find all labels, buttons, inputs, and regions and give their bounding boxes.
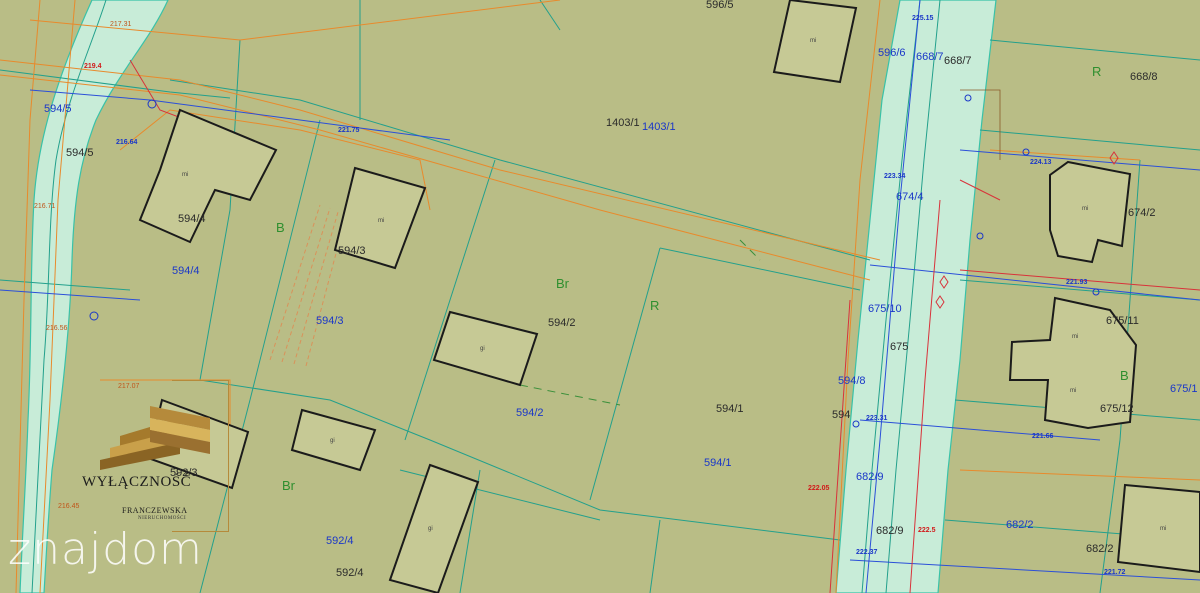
svg-text:1403/1: 1403/1 xyxy=(642,121,676,133)
svg-text:675/1: 675/1 xyxy=(1170,383,1198,395)
svg-text:gi: gi xyxy=(330,438,335,444)
svg-text:1403/1: 1403/1 xyxy=(606,117,640,129)
svg-text:mi: mi xyxy=(810,38,816,44)
svg-text:682/2: 682/2 xyxy=(1006,519,1034,531)
svg-text:594/4: 594/4 xyxy=(172,265,200,277)
building-682-2 xyxy=(1116,483,1200,574)
logo-title: WYŁĄCZNOŚĆ xyxy=(82,474,192,490)
land-use-b: B xyxy=(276,220,285,235)
land-use-r: R xyxy=(650,298,659,313)
svg-text:594/3: 594/3 xyxy=(338,245,366,257)
svg-text:674/2: 674/2 xyxy=(1128,207,1156,219)
land-use-br: Br xyxy=(556,276,570,291)
svg-text:225.15: 225.15 xyxy=(912,15,934,22)
svg-text:217.31: 217.31 xyxy=(110,21,132,28)
svg-text:594/2: 594/2 xyxy=(516,407,544,419)
svg-text:682/9: 682/9 xyxy=(856,471,884,483)
svg-text:675/12: 675/12 xyxy=(1100,403,1134,415)
svg-text:594/4: 594/4 xyxy=(178,213,206,225)
svg-text:222.5: 222.5 xyxy=(918,527,936,534)
svg-text:mi: mi xyxy=(1072,334,1078,340)
svg-text:668/8: 668/8 xyxy=(1130,71,1158,83)
svg-text:682/9: 682/9 xyxy=(876,525,904,537)
svg-text:594/3: 594/3 xyxy=(316,315,344,327)
svg-text:223.31: 223.31 xyxy=(866,415,888,422)
svg-text:596/6: 596/6 xyxy=(878,47,906,59)
svg-text:216.56: 216.56 xyxy=(46,325,68,332)
land-use-br-bottom: Br xyxy=(282,478,296,493)
svg-text:gi: gi xyxy=(480,346,485,352)
svg-text:674/4: 674/4 xyxy=(896,191,924,203)
svg-text:mi: mi xyxy=(1070,388,1076,394)
svg-text:594/5: 594/5 xyxy=(66,147,94,159)
svg-text:668/7: 668/7 xyxy=(916,51,944,63)
svg-text:217.07: 217.07 xyxy=(118,383,140,390)
svg-text:596/5: 596/5 xyxy=(706,0,734,11)
svg-text:221.75: 221.75 xyxy=(338,127,360,134)
svg-text:221.66: 221.66 xyxy=(1032,433,1054,440)
svg-text:216.64: 216.64 xyxy=(116,139,138,146)
svg-text:675/10: 675/10 xyxy=(868,303,902,315)
svg-text:216.71: 216.71 xyxy=(34,203,56,210)
svg-text:219.4: 219.4 xyxy=(84,63,102,70)
logo-subtitle: FRANCZEWSKA xyxy=(122,506,188,515)
svg-text:222.05: 222.05 xyxy=(808,485,830,492)
svg-text:594/5: 594/5 xyxy=(44,103,72,115)
logo-subtitle-small: NIERUCHOMOŚCI xyxy=(138,516,187,521)
svg-text:216.45: 216.45 xyxy=(58,503,80,510)
svg-text:594/2: 594/2 xyxy=(548,317,576,329)
svg-text:668/7: 668/7 xyxy=(944,55,972,67)
svg-text:221.93: 221.93 xyxy=(1066,279,1088,286)
svg-text:594/8: 594/8 xyxy=(838,375,866,387)
svg-text:mi: mi xyxy=(182,172,188,178)
svg-text:675/11: 675/11 xyxy=(1106,315,1139,327)
svg-text:594/1: 594/1 xyxy=(704,457,732,469)
svg-text:mi: mi xyxy=(378,218,384,224)
svg-text:594/1: 594/1 xyxy=(716,403,744,415)
svg-text:594: 594 xyxy=(832,409,850,421)
svg-text:682/2: 682/2 xyxy=(1086,543,1114,555)
land-use-b-right: B xyxy=(1120,368,1129,383)
svg-text:221.72: 221.72 xyxy=(1104,569,1126,576)
svg-text:224.13: 224.13 xyxy=(1030,159,1052,166)
svg-text:592/4: 592/4 xyxy=(326,535,354,547)
svg-text:222.37: 222.37 xyxy=(856,549,878,556)
svg-text:mi: mi xyxy=(1082,206,1088,212)
svg-text:gi: gi xyxy=(428,526,433,532)
svg-text:675: 675 xyxy=(890,341,908,353)
land-use-r-top: R xyxy=(1092,64,1101,79)
svg-text:223.34: 223.34 xyxy=(884,173,906,180)
svg-text:592/4: 592/4 xyxy=(336,567,364,579)
watermark: znajdom xyxy=(8,524,203,575)
svg-text:mi: mi xyxy=(1160,526,1166,532)
logo-graphic-icon xyxy=(100,406,210,470)
